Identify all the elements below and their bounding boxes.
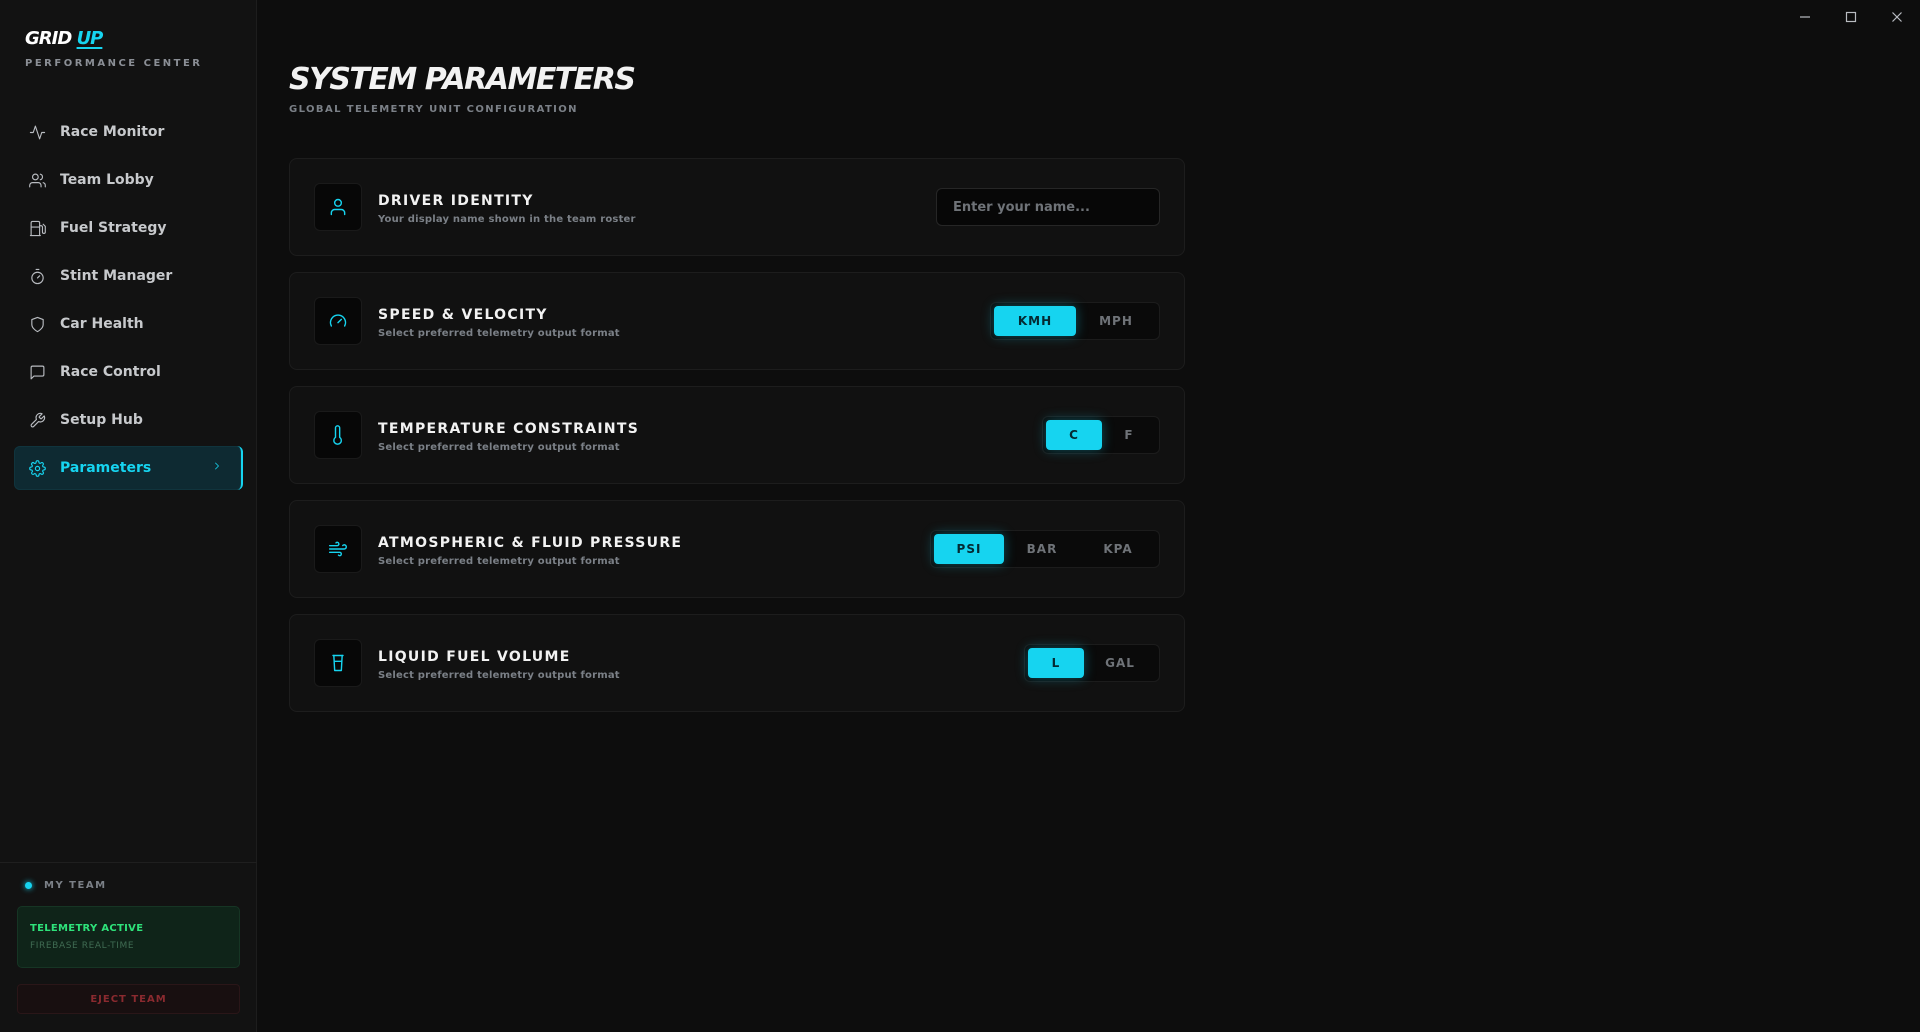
driver-name-input[interactable] bbox=[936, 188, 1160, 226]
sidebar-item-label: Team Lobby bbox=[60, 172, 154, 188]
telemetry-source: FIREBASE REAL-TIME bbox=[30, 941, 135, 951]
telemetry-status-panel: TELEMETRY ACTIVE FIREBASE REAL-TIME bbox=[17, 906, 240, 968]
sidebar-item-label: Stint Manager bbox=[60, 268, 173, 284]
brand-name: GRID bbox=[25, 28, 72, 49]
sidebar-item-race-monitor[interactable]: Race Monitor bbox=[14, 110, 243, 154]
brand-logo[interactable]: GRID UP bbox=[25, 28, 104, 49]
setting-title: TEMPERATURE CONSTRAINTS bbox=[378, 421, 640, 437]
sidebar-item-label: Setup Hub bbox=[60, 412, 143, 428]
chevron-right-icon bbox=[211, 460, 223, 476]
close-button[interactable] bbox=[1874, 6, 1920, 28]
shield-icon bbox=[28, 315, 46, 333]
sidebar-item-label: Race Monitor bbox=[60, 124, 165, 140]
close-icon bbox=[1891, 8, 1903, 27]
setting-card-driver-identity: DRIVER IDENTITY Your display name shown … bbox=[289, 158, 1185, 256]
team-label: MY TEAM bbox=[25, 880, 107, 891]
message-square-icon bbox=[28, 363, 46, 381]
sidebar-item-stint-manager[interactable]: Stint Manager bbox=[14, 254, 243, 298]
sidebar-item-label: Fuel Strategy bbox=[60, 220, 167, 236]
unit-option-gal[interactable]: GAL bbox=[1084, 648, 1156, 678]
sidebar-divider bbox=[0, 862, 257, 863]
fuel-cup-icon bbox=[314, 639, 362, 687]
sidebar-item-setup-hub[interactable]: Setup Hub bbox=[14, 398, 243, 442]
activity-icon bbox=[28, 123, 46, 141]
stopwatch-icon bbox=[28, 267, 46, 285]
fuel-icon bbox=[28, 219, 46, 237]
setting-card-speed: SPEED & VELOCITY Select preferred teleme… bbox=[289, 272, 1185, 370]
gauge-icon bbox=[314, 297, 362, 345]
setting-card-temperature: TEMPERATURE CONSTRAINTS Select preferred… bbox=[289, 386, 1185, 484]
sidebar-item-car-health[interactable]: Car Health bbox=[14, 302, 243, 346]
setting-card-fuel-volume: LIQUID FUEL VOLUME Select preferred tele… bbox=[289, 614, 1185, 712]
sidebar-item-parameters[interactable]: Parameters bbox=[14, 446, 243, 490]
sidebar-nav: Race Monitor Team Lobby Fuel Strategy St… bbox=[14, 110, 243, 494]
sidebar: GRID UP PERFORMANCE CENTER Race Monitor … bbox=[0, 0, 257, 1032]
setting-card-pressure: ATMOSPHERIC & FLUID PRESSURE Select pref… bbox=[289, 500, 1185, 598]
thermometer-icon bbox=[314, 411, 362, 459]
fuel-unit-toggle: L GAL bbox=[1024, 644, 1160, 682]
sidebar-item-team-lobby[interactable]: Team Lobby bbox=[14, 158, 243, 202]
wind-icon bbox=[314, 525, 362, 573]
page-title: SYSTEM PARAMETERS bbox=[289, 62, 636, 97]
temperature-unit-toggle: C F bbox=[1042, 416, 1160, 454]
minimize-button[interactable] bbox=[1782, 6, 1828, 28]
eject-team-button[interactable]: EJECT TEAM bbox=[17, 984, 240, 1014]
user-icon bbox=[314, 183, 362, 231]
unit-option-kmh[interactable]: KMH bbox=[994, 306, 1076, 336]
speed-unit-toggle: KMH MPH bbox=[990, 302, 1160, 340]
sidebar-item-label: Race Control bbox=[60, 364, 161, 380]
sidebar-item-label: Parameters bbox=[60, 460, 152, 476]
sidebar-item-label: Car Health bbox=[60, 316, 144, 332]
unit-option-kpa[interactable]: KPA bbox=[1080, 534, 1156, 564]
setting-description: Select preferred telemetry output format bbox=[378, 670, 620, 681]
maximize-icon bbox=[1845, 8, 1857, 27]
team-status-dot bbox=[25, 882, 32, 889]
minimize-icon bbox=[1799, 8, 1811, 27]
maximize-button[interactable] bbox=[1828, 6, 1874, 28]
setting-title: LIQUID FUEL VOLUME bbox=[378, 649, 571, 665]
telemetry-status: TELEMETRY ACTIVE bbox=[30, 923, 144, 934]
sidebar-item-race-control[interactable]: Race Control bbox=[14, 350, 243, 394]
setting-title: DRIVER IDENTITY bbox=[378, 193, 534, 209]
unit-option-mph[interactable]: MPH bbox=[1076, 306, 1156, 336]
unit-option-l[interactable]: L bbox=[1028, 648, 1084, 678]
setting-description: Select preferred telemetry output format bbox=[378, 328, 620, 339]
pressure-unit-toggle: PSI BAR KPA bbox=[930, 530, 1160, 568]
team-label-text: MY TEAM bbox=[44, 880, 107, 891]
unit-option-c[interactable]: C bbox=[1046, 420, 1102, 450]
setting-description: Select preferred telemetry output format bbox=[378, 442, 620, 453]
brand-name-accent: UP bbox=[76, 28, 104, 49]
unit-option-psi[interactable]: PSI bbox=[934, 534, 1004, 564]
page-subtitle: GLOBAL TELEMETRY UNIT CONFIGURATION bbox=[289, 104, 578, 115]
settings-list: DRIVER IDENTITY Your display name shown … bbox=[289, 158, 1185, 728]
setting-title: SPEED & VELOCITY bbox=[378, 307, 548, 323]
setting-title: ATMOSPHERIC & FLUID PRESSURE bbox=[378, 535, 683, 551]
setting-description: Your display name shown in the team rost… bbox=[378, 214, 636, 225]
setting-description: Select preferred telemetry output format bbox=[378, 556, 620, 567]
unit-option-f[interactable]: F bbox=[1102, 420, 1156, 450]
gear-icon bbox=[28, 459, 46, 477]
wrench-icon bbox=[28, 411, 46, 429]
users-icon bbox=[28, 171, 46, 189]
unit-option-bar[interactable]: BAR bbox=[1004, 534, 1080, 564]
window-controls bbox=[1782, 6, 1920, 28]
brand-subtitle: PERFORMANCE CENTER bbox=[25, 58, 203, 69]
sidebar-item-fuel-strategy[interactable]: Fuel Strategy bbox=[14, 206, 243, 250]
